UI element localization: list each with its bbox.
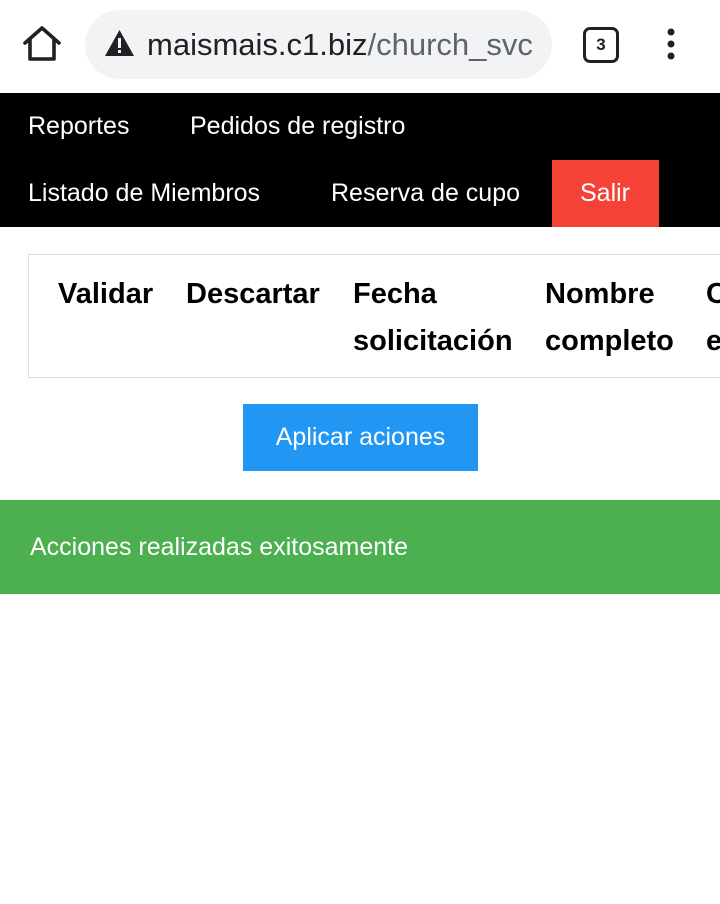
address-bar[interactable]: maismais.c1.biz/church_svc	[85, 10, 552, 79]
url-text[interactable]: maismais.c1.biz/church_svc	[147, 26, 542, 64]
more-vert-icon	[667, 28, 675, 60]
column-header-truncated: C e	[706, 271, 720, 365]
nav-item-reserva-de-cupo[interactable]: Reserva de cupo	[303, 160, 548, 227]
column-header-validar: Validar	[58, 278, 154, 310]
logout-button[interactable]: Salir	[552, 160, 659, 227]
column-header-nombre-completo: Nombre completo	[545, 278, 674, 357]
nav-item-listado-de-miembros[interactable]: Listado de Miembros	[0, 160, 288, 227]
url-path: /church_svc	[367, 27, 533, 62]
apply-actions-button[interactable]: Aplicar aciones	[243, 404, 478, 471]
home-icon	[23, 26, 61, 61]
nav-item-pedidos-de-registro[interactable]: Pedidos de registro	[162, 93, 433, 160]
browser-toolbar: maismais.c1.biz/church_svc 3	[0, 0, 720, 93]
nav-item-reportes[interactable]: Reportes	[0, 93, 157, 160]
site-navbar: Reportes Pedidos de registro Listado de …	[0, 93, 720, 227]
column-header-descartar: Descartar	[186, 278, 320, 310]
home-button[interactable]	[20, 24, 64, 64]
column-header-fecha-solicitacion: Fecha solicitación	[353, 278, 513, 357]
success-alert: Acciones realizadas exitosamente	[0, 500, 720, 594]
requests-table: Validar Descartar Fecha solicitación Nom…	[28, 254, 720, 378]
tab-switcher-button[interactable]: 3	[583, 27, 619, 63]
browser-menu-button[interactable]	[656, 26, 686, 62]
tab-count: 3	[583, 27, 619, 63]
warning-icon[interactable]	[104, 29, 135, 57]
url-host: maismais.c1.biz	[147, 27, 368, 62]
